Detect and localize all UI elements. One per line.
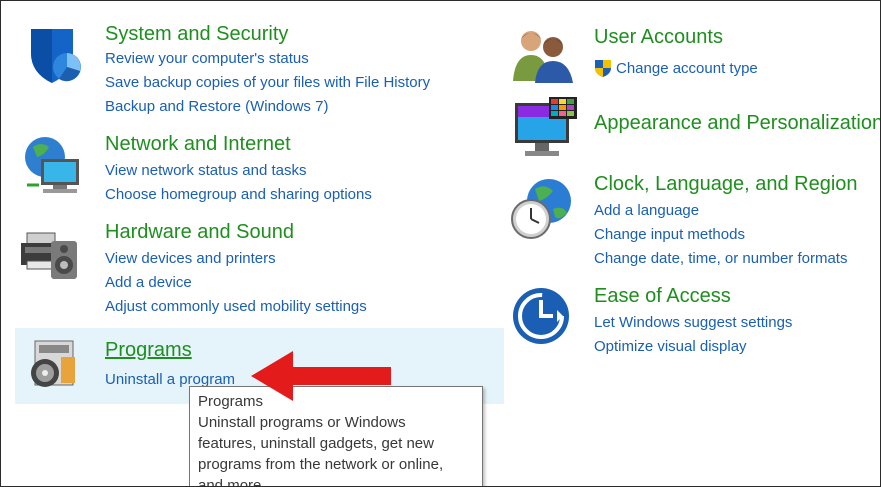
category-title-user-accounts[interactable]: User Accounts <box>594 26 723 49</box>
link-input-methods[interactable]: Change input methods <box>594 225 745 245</box>
category-title-clock-region[interactable]: Clock, Language, and Region <box>594 173 858 196</box>
category-system-security-text: System and Security <box>105 22 288 46</box>
link-add-device[interactable]: Add a device <box>105 273 192 293</box>
link-devices-printers[interactable]: View devices and printers <box>105 249 276 269</box>
link-change-account-type[interactable]: Change account type <box>616 59 758 79</box>
category-title-appearance[interactable]: Appearance and Personalization <box>594 112 880 135</box>
category-title-programs[interactable]: Programs <box>105 339 192 362</box>
users-icon[interactable] <box>513 25 575 88</box>
link-date-time-formats[interactable]: Change date, time, or number formats <box>594 249 847 269</box>
tooltip-line: programs from the network or online, <box>198 456 444 473</box>
ease-of-access-icon[interactable] <box>511 286 571 351</box>
link-add-language[interactable]: Add a language <box>594 201 699 221</box>
category-title-system-security[interactable]: System and Security <box>105 23 288 45</box>
shield-icon[interactable] <box>23 23 87 87</box>
control-panel-window: System and Security Review your computer… <box>0 0 881 487</box>
link-backup-restore[interactable]: Backup and Restore (Windows 7) <box>105 97 328 117</box>
tooltip-line: features, uninstall gadgets, get new <box>198 435 434 452</box>
monitor-palette-icon[interactable] <box>513 97 579 168</box>
link-review-computer-status[interactable]: Review your computer's status <box>105 49 309 69</box>
red-arrow-icon <box>249 349 394 408</box>
globe-clock-icon[interactable] <box>509 175 575 246</box>
uac-shield-icon <box>594 58 612 83</box>
printer-speaker-icon[interactable] <box>19 221 83 290</box>
link-homegroup-sharing[interactable]: Choose homegroup and sharing options <box>105 185 372 205</box>
link-mobility-settings[interactable]: Adjust commonly used mobility settings <box>105 297 367 317</box>
link-view-network-status[interactable]: View network status and tasks <box>105 161 307 181</box>
category-title-ease-access[interactable]: Ease of Access <box>594 285 731 308</box>
tooltip-line: Uninstall programs or Windows <box>198 414 406 431</box>
category-title-network-internet[interactable]: Network and Internet <box>105 133 291 156</box>
tooltip-line: and more. <box>198 477 266 487</box>
link-optimize-visual-display[interactable]: Optimize visual display <box>594 337 747 357</box>
network-globe-icon[interactable] <box>19 133 83 202</box>
programs-disc-icon[interactable] <box>25 335 81 396</box>
link-file-history[interactable]: Save backup copies of your files with Fi… <box>105 73 430 93</box>
link-windows-suggest-settings[interactable]: Let Windows suggest settings <box>594 313 792 333</box>
category-title-hardware-sound[interactable]: Hardware and Sound <box>105 221 294 244</box>
